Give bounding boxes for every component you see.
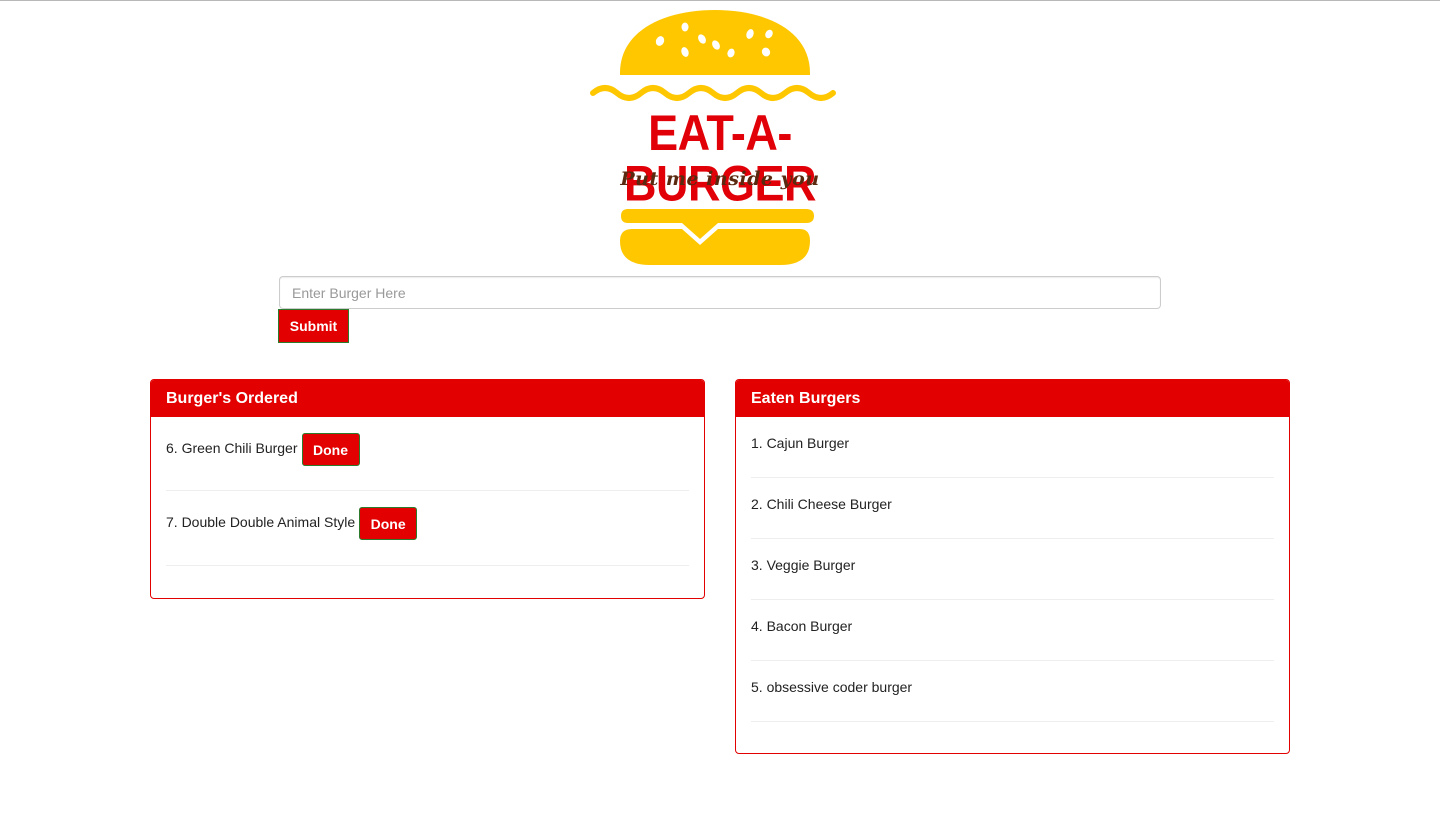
logo-title: EAT-A-BURGER <box>623 104 817 212</box>
list-item: 5. obsessive coder burger <box>751 661 1274 722</box>
list-item: 7. Double Double Animal Style Done <box>166 491 689 566</box>
burger-name: 7. Double Double Animal Style <box>166 514 356 530</box>
burger-name: 4. Bacon Burger <box>751 618 853 634</box>
eaten-list: 1. Cajun Burger 2. Chili Cheese Burger 3… <box>736 417 1289 722</box>
submit-button[interactable]: Submit <box>278 309 349 343</box>
list-item: 2. Chili Cheese Burger <box>751 478 1274 539</box>
burger-logo: EAT-A-BURGER Put me inside you <box>570 5 870 270</box>
ordered-panel-heading: Burger's Ordered <box>151 380 704 417</box>
done-button[interactable]: Done <box>359 507 418 540</box>
burger-name: 5. obsessive coder burger <box>751 679 913 695</box>
logo-tagline: Put me inside you <box>620 168 820 190</box>
list-item: 6. Green Chili Burger Done <box>166 417 689 491</box>
burger-order-form: Submit <box>278 276 1161 343</box>
eaten-burgers-panel: Eaten Burgers 1. Cajun Burger 2. Chili C… <box>735 379 1290 754</box>
burger-name: 6. Green Chili Burger <box>166 440 298 456</box>
done-button[interactable]: Done <box>301 433 360 466</box>
list-item: 3. Veggie Burger <box>751 539 1274 600</box>
burger-name-input[interactable] <box>279 276 1161 309</box>
list-item: 4. Bacon Burger <box>751 600 1274 661</box>
burger-name: 3. Veggie Burger <box>751 557 856 573</box>
ordered-list: 6. Green Chili Burger Done 7. Double Dou… <box>151 417 704 566</box>
ordered-burgers-panel: Burger's Ordered 6. Green Chili Burger D… <box>150 379 705 599</box>
list-item: 1. Cajun Burger <box>751 417 1274 478</box>
burger-name: 1. Cajun Burger <box>751 435 850 451</box>
eaten-panel-heading: Eaten Burgers <box>736 380 1289 417</box>
burger-name: 2. Chili Cheese Burger <box>751 496 892 512</box>
